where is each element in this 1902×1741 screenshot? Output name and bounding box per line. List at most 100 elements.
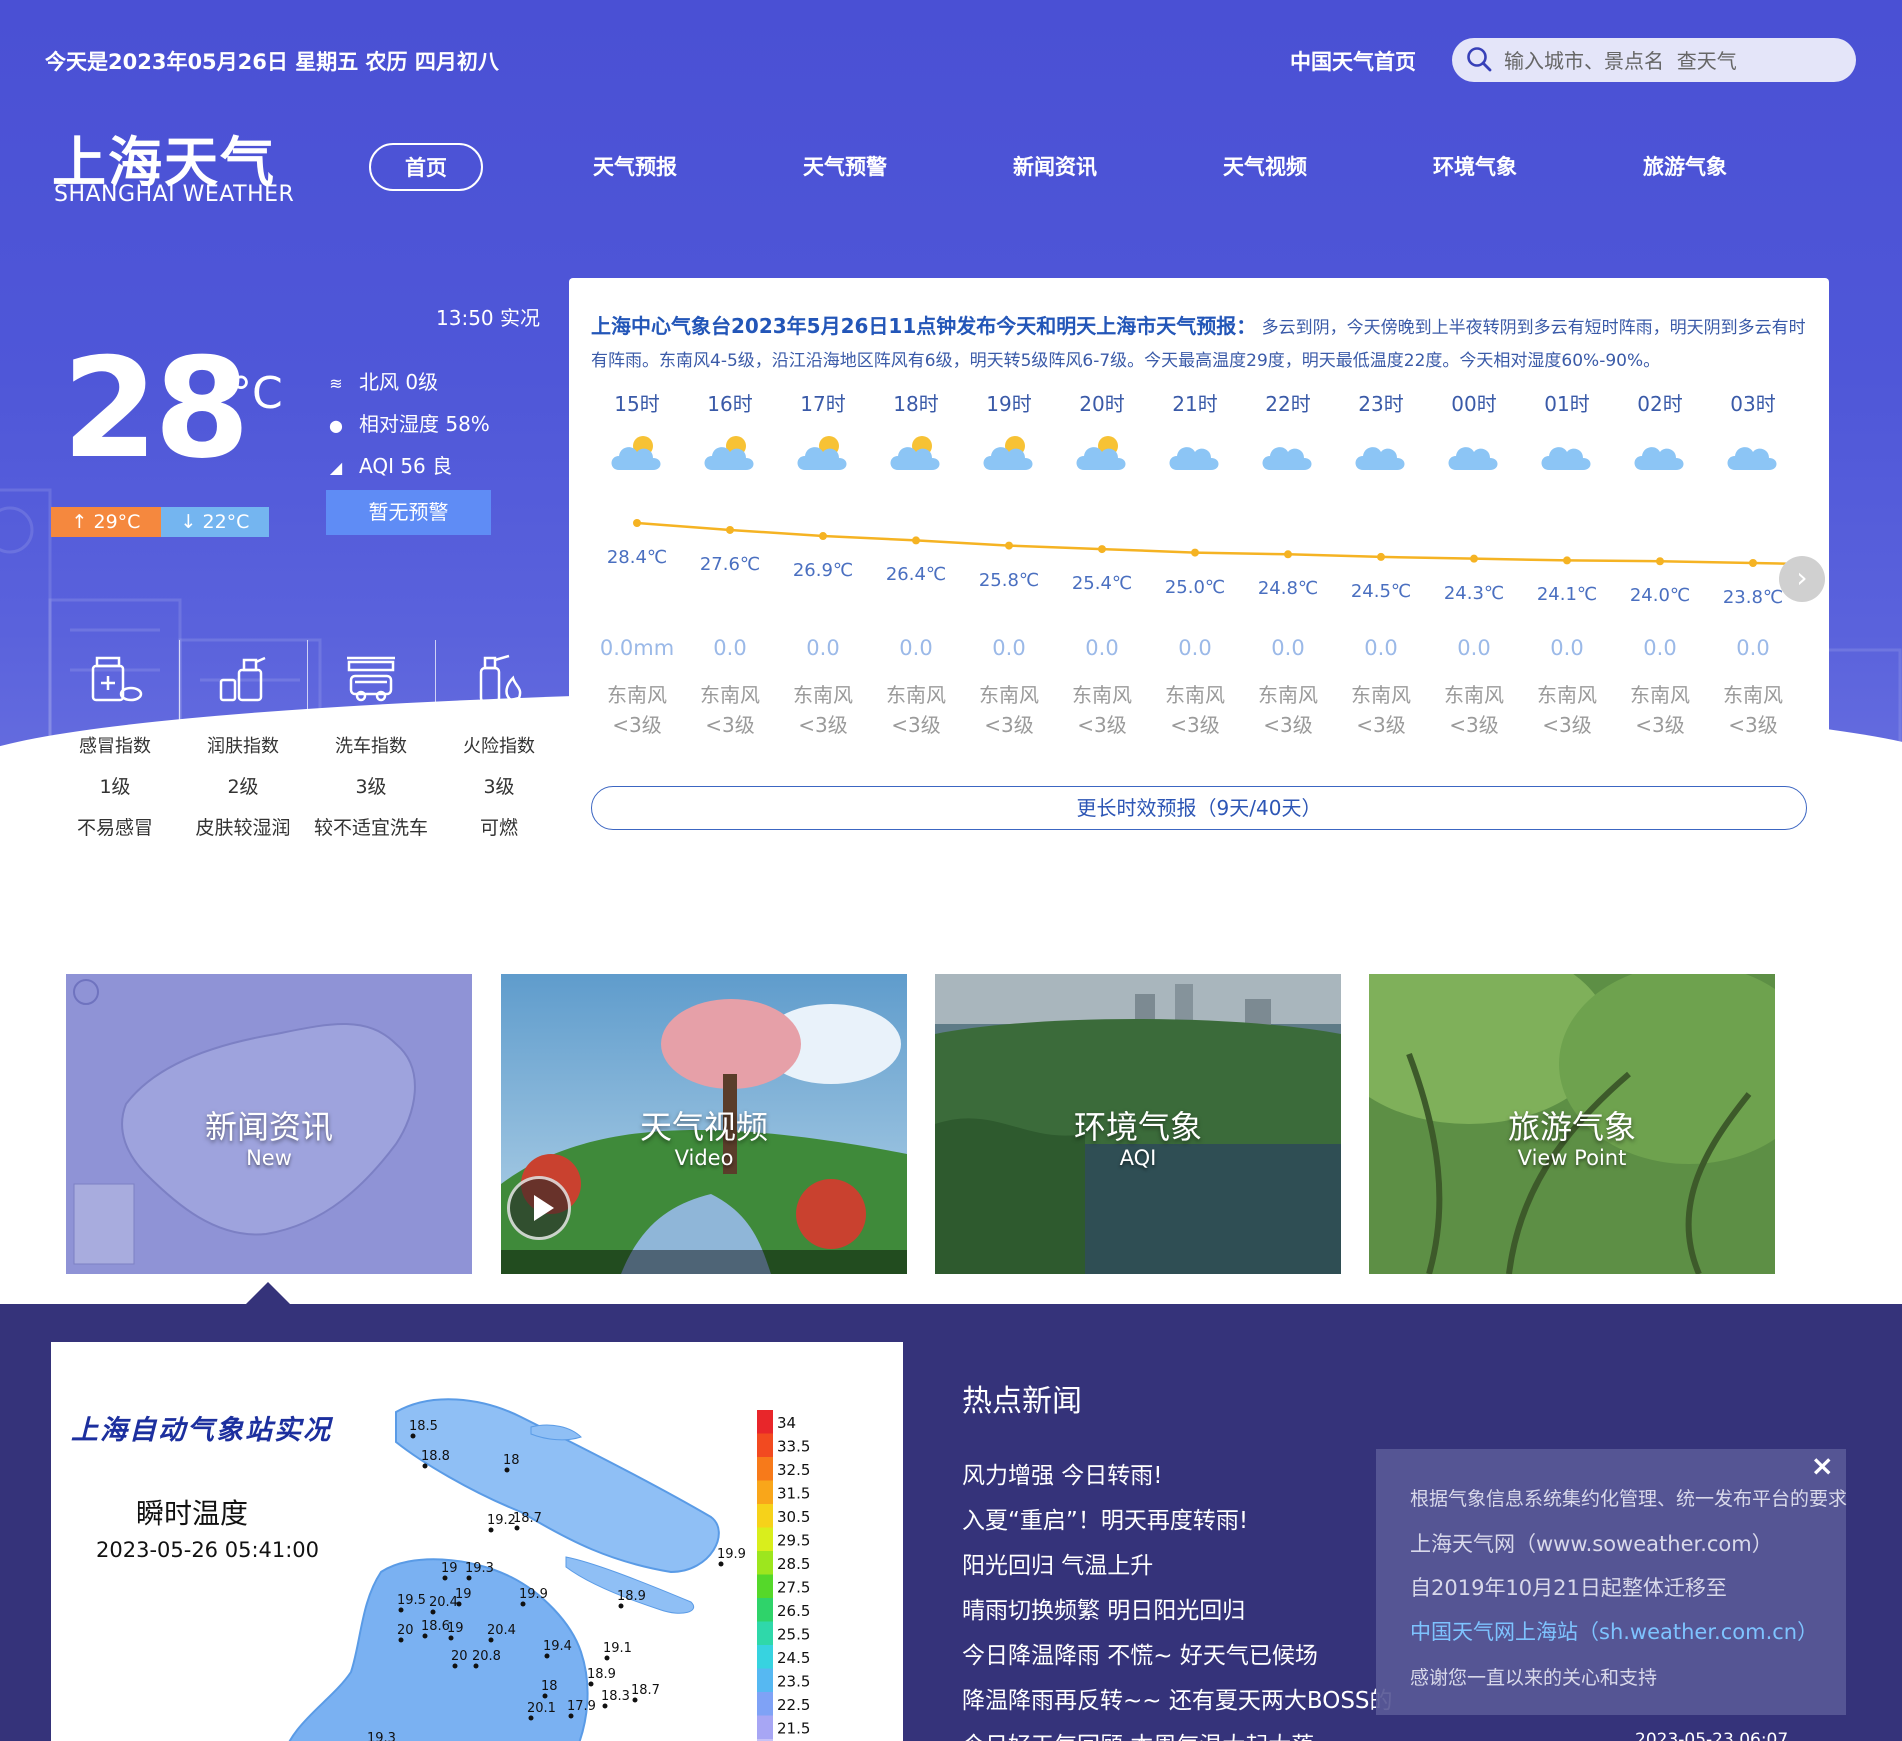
forecast-hour: 01时 xyxy=(1544,392,1590,416)
station-dot xyxy=(588,1681,594,1687)
station-dot xyxy=(456,1601,462,1607)
aqi-value: AQI 56 良 xyxy=(359,454,453,478)
station-value: 18.7 xyxy=(513,1511,542,1526)
legend-swatch xyxy=(757,1551,773,1575)
temp-label: 24.8℃ xyxy=(1257,578,1319,600)
nav-warning[interactable]: 天气预警 xyxy=(803,151,887,181)
station-value: 18.6 xyxy=(421,1619,450,1634)
search-box[interactable] xyxy=(1452,38,1856,82)
wind-level: <3级 xyxy=(891,713,941,737)
station-value: 19.9 xyxy=(717,1547,746,1562)
station-dot xyxy=(632,1697,638,1703)
temp-label: 23.8℃ xyxy=(1722,587,1784,608)
station-value: 20 xyxy=(397,1623,414,1638)
tile-subtitle: View Point xyxy=(1517,1146,1627,1170)
extended-forecast-button[interactable]: 更长时效预报（9天/40天） xyxy=(591,786,1807,830)
life-index-carwash[interactable]: 洗车指数 3级 较不适宜洗车 xyxy=(307,640,435,840)
forecast-hour: 22时 xyxy=(1265,392,1311,416)
nav-video[interactable]: 天气视频 xyxy=(1223,151,1307,181)
nav-forecast[interactable]: 天气预报 xyxy=(593,151,677,181)
life-index-desc: 较不适宜洗车 xyxy=(313,817,428,839)
legend-label: 31.5 xyxy=(777,1485,810,1503)
notice-line: 自2019年10月21日起整体迁移至 xyxy=(1410,1576,1727,1600)
station-dot xyxy=(473,1663,479,1669)
partly-cloudy-icon xyxy=(1076,436,1126,470)
station-value: 19 xyxy=(441,1561,458,1576)
search-input[interactable] xyxy=(1502,44,1836,78)
station-dot xyxy=(488,1637,494,1643)
life-index-cold[interactable]: 感冒指数 1级 不易感冒 xyxy=(51,640,179,840)
station-value: 18 xyxy=(503,1453,520,1468)
nav-travel[interactable]: 旅游气象 xyxy=(1643,151,1727,181)
rain-amount: 0.0 xyxy=(1178,636,1212,660)
station-value: 20.4 xyxy=(429,1595,458,1610)
station-dot xyxy=(604,1655,610,1661)
life-index-fire[interactable]: 火险指数 3级 可燃 xyxy=(435,640,563,840)
warning-button[interactable]: 暂无预警 xyxy=(326,490,491,535)
station-dot xyxy=(718,1561,724,1567)
forecast-hour: 23时 xyxy=(1358,392,1404,416)
cloudy-icon xyxy=(1355,447,1405,470)
wind-level: <3级 xyxy=(1077,713,1127,737)
nav-home[interactable]: 首页 xyxy=(369,143,483,191)
nav-news[interactable]: 新闻资讯 xyxy=(1013,151,1097,181)
wind-value: 北风 0级 xyxy=(359,370,439,394)
wind-direction: 东南风 xyxy=(1444,683,1504,707)
legend-swatch xyxy=(757,1645,773,1669)
tile-title: 新闻资讯 xyxy=(204,1108,333,1146)
life-index-skin[interactable]: 润肤指数 2级 皮肤较湿润 xyxy=(179,640,307,840)
cloudy-icon xyxy=(1634,447,1684,470)
tile-travel[interactable]: 旅游气象 View Point xyxy=(1369,974,1775,1274)
high-low-temps: ↑ 29°C ↓ 22°C xyxy=(51,507,269,537)
station-dot xyxy=(504,1467,510,1473)
news-item[interactable]: 晴雨切换频繁 明日阳光回归 xyxy=(962,1591,1245,1625)
news-item[interactable]: 今日降温降雨 不慌~ 好天气已候场 xyxy=(962,1636,1318,1670)
station-value: 18.8 xyxy=(421,1449,450,1464)
forecast-hour: 16时 xyxy=(707,392,753,416)
station-value: 19 xyxy=(455,1587,472,1602)
life-index-level: 3级 xyxy=(355,776,387,798)
rain-amount: 0.0 xyxy=(1643,636,1677,660)
temp-label: 25.8℃ xyxy=(978,569,1040,591)
station-value: 19.9 xyxy=(519,1587,548,1602)
china-weather-home-link[interactable]: 中国天气首页 xyxy=(1290,46,1416,76)
legend-swatch xyxy=(757,1527,773,1552)
news-item[interactable]: 风力增强 今日转雨! xyxy=(962,1456,1163,1490)
search-icon[interactable] xyxy=(1466,46,1492,72)
station-value: 19.1 xyxy=(603,1641,632,1656)
play-icon[interactable] xyxy=(507,1176,571,1240)
tile-subtitle: Video xyxy=(674,1146,734,1170)
wind-level: <3级 xyxy=(984,713,1034,737)
tile-title: 旅游气象 xyxy=(1507,1108,1636,1146)
news-item[interactable]: 降温降雨再反转~~ 还有夏天两大BOSS的 xyxy=(962,1681,1393,1715)
partly-cloudy-icon xyxy=(611,436,661,470)
tile-video[interactable]: 天气视频 Video xyxy=(501,974,907,1274)
shanghai-temperature-map: 34 33.5 32.5 31.5 30.5 29.5 28.5 27.5 26.5 25.5 24… xyxy=(288,1398,810,1741)
tile-environment[interactable]: 环境气象 AQI xyxy=(935,974,1341,1274)
wind-forecast: 东南风 <3级 xyxy=(876,680,956,740)
rain-amount: 0.0 xyxy=(1271,636,1305,660)
tile-title: 环境气象 xyxy=(1073,1108,1202,1146)
station-dot xyxy=(448,1635,454,1641)
temp-point xyxy=(1470,554,1478,563)
station-map-card[interactable]: 上海自动气象站实况 瞬时温度 2023-05-26 05:41:00 34 33.… xyxy=(51,1342,903,1741)
tile-news[interactable]: 新闻资讯 New xyxy=(66,974,472,1274)
station-value: 18.3 xyxy=(601,1689,630,1704)
temperature-legend: 34 33.5 32.5 31.5 30.5 29.5 28.5 27.5 26.5 25.5 24… xyxy=(757,1410,810,1741)
station-value: 18.9 xyxy=(617,1589,646,1604)
life-index-name: 洗车指数 xyxy=(335,736,407,757)
notice-link[interactable]: 中国天气网上海站（sh.weather.com.cn） xyxy=(1410,1616,1818,1646)
wind-forecast: 东南风 <3级 xyxy=(597,680,677,740)
legend-swatch xyxy=(757,1410,773,1434)
news-item[interactable]: 今日好天气回顾 本周气温大起大落 xyxy=(962,1726,1314,1741)
logo-en[interactable]: SHANGHAI WEATHER xyxy=(54,182,294,207)
station-value: 18.7 xyxy=(631,1683,660,1698)
nav-environment[interactable]: 环境气象 xyxy=(1433,151,1517,181)
news-item[interactable]: 入夏“重启”！明天再度转雨! xyxy=(962,1501,1248,1535)
station-dot xyxy=(618,1603,624,1609)
wind-level: <3级 xyxy=(1263,713,1313,737)
news-item[interactable]: 阳光回归 气温上升 xyxy=(962,1546,1153,1580)
station-dot xyxy=(488,1527,494,1533)
close-icon[interactable]: × xyxy=(1811,1449,1834,1482)
lotion-icon xyxy=(219,656,266,702)
